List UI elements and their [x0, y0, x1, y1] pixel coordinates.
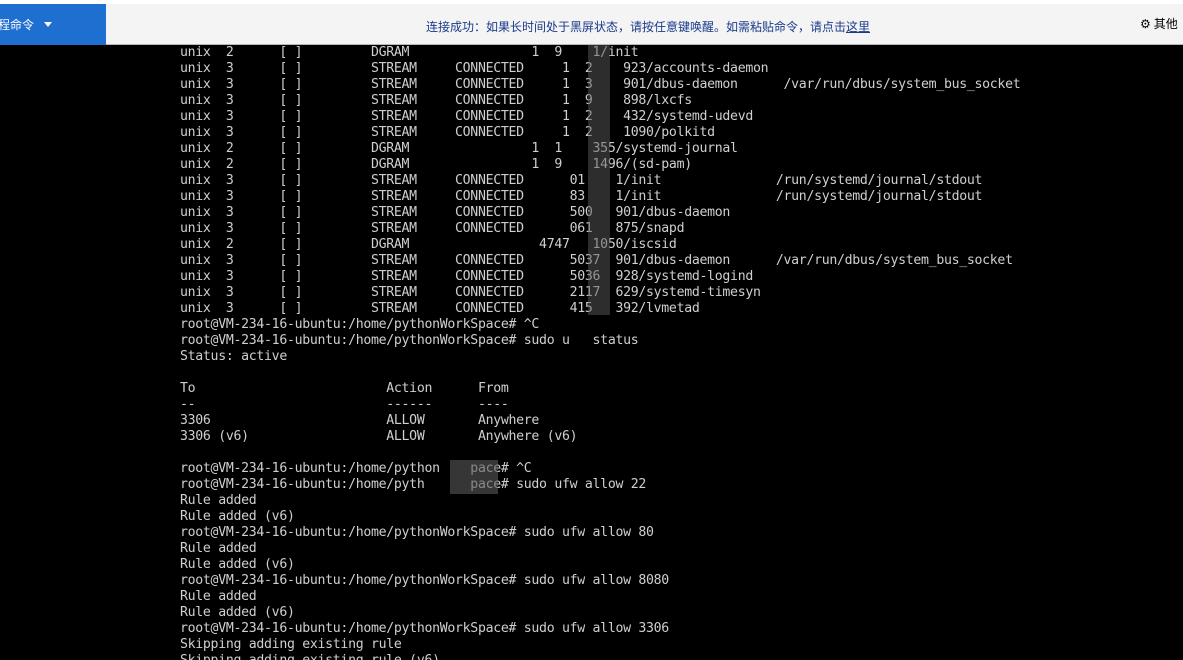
- paste-here-link[interactable]: 这里: [846, 20, 870, 34]
- other-label: 其他: [1153, 17, 1178, 31]
- terminal-line: Skipping adding existing rule: [180, 637, 402, 652]
- terminal-line: root@VM-234-16-ubuntu:/home/pythonWorkSp…: [180, 333, 639, 348]
- terminal-line: root@VM-234-16-ubuntu:/home/python pace#…: [180, 461, 532, 476]
- terminal-line: root@VM-234-16-ubuntu:/home/pythonWorkSp…: [180, 317, 540, 332]
- terminal-line: root@VM-234-16-ubuntu:/home/pythonWorkSp…: [180, 621, 669, 636]
- terminal-line: Rule added (v6): [180, 605, 295, 620]
- terminal-line: 3306 (v6) ALLOW Anywhere (v6): [180, 429, 578, 444]
- terminal-line: Rule added: [180, 493, 257, 508]
- remote-command-label: 远程命令: [0, 18, 35, 32]
- remote-command-button[interactable]: 远程命令: [0, 4, 106, 45]
- redaction-mark: [450, 460, 498, 494]
- terminal-line: To Action From: [180, 381, 509, 396]
- settings-icon: ⚙: [1140, 16, 1151, 31]
- terminal-line: Rule added: [180, 541, 257, 556]
- terminal-line: 3306 ALLOW Anywhere: [180, 413, 540, 428]
- terminal-line: -- ------ ----: [180, 397, 509, 412]
- redaction-mark: [588, 45, 610, 315]
- terminal-line: Rule added: [180, 589, 257, 604]
- terminal-line: Rule added (v6): [180, 557, 295, 572]
- terminal-line: root@VM-234-16-ubuntu:/home/pyth pace# s…: [180, 477, 647, 492]
- terminal-line: root@VM-234-16-ubuntu:/home/pythonWorkSp…: [180, 573, 669, 588]
- terminal-line: root@VM-234-16-ubuntu:/home/pythonWorkSp…: [180, 525, 654, 540]
- other-menu-button[interactable]: ⚙ 其他: [1140, 15, 1178, 32]
- terminal-line: Status: active: [180, 349, 287, 364]
- terminal-line: Skipping adding existing rule (v6): [180, 653, 1020, 660]
- notice-text: 连接成功：如果长时间处于黑屏状态，请按任意键唤醒。如需粘贴命令，请点击: [426, 20, 847, 34]
- terminal-line: Rule added (v6): [180, 509, 295, 524]
- terminal-screen[interactable]: unix 2 [ ] DGRAM 1 9 1/init unix 3 [ ] ST…: [0, 45, 1183, 660]
- chevron-down-icon: [44, 22, 53, 27]
- connection-notice: 连接成功：如果长时间处于黑屏状态，请按任意键唤醒。如需粘贴命令，请点击这里: [426, 18, 870, 35]
- toolbar: 远程命令 连接成功：如果长时间处于黑屏状态，请按任意键唤醒。如需粘贴命令，请点击…: [0, 4, 1183, 45]
